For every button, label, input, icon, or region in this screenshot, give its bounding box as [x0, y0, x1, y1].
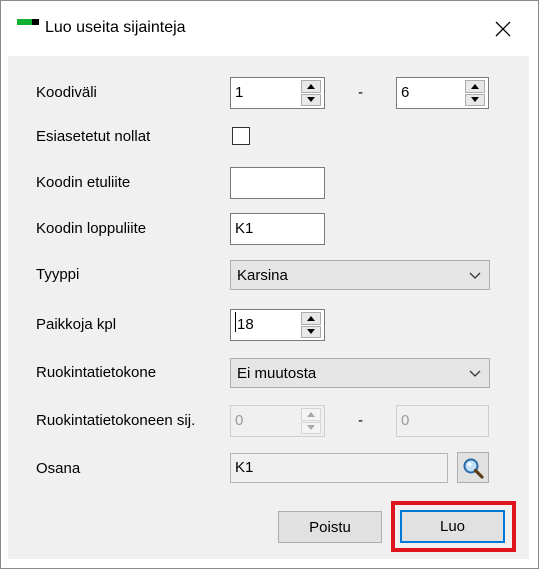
chevron-down-icon: [469, 272, 481, 279]
arrow-up-icon: [471, 83, 479, 89]
tyyppi-selected: Karsina: [237, 267, 288, 284]
osana-label: Osana: [36, 460, 81, 477]
search-icon: [463, 458, 484, 479]
app-icon: [17, 19, 39, 27]
range-separator: -: [358, 84, 363, 101]
arrow-down-icon: [307, 97, 315, 103]
arrow-up-icon: [307, 411, 315, 417]
tyyppi-label: Tyyppi: [36, 266, 80, 283]
ruokinta-sij-down: [301, 421, 321, 434]
luo-button[interactable]: Luo: [400, 510, 505, 543]
ruokintatietokone-dropdown[interactable]: Ei muutosta: [230, 358, 490, 388]
koodivali-label: Koodiväli: [36, 84, 97, 101]
close-icon: [495, 21, 511, 37]
arrow-down-icon: [307, 329, 315, 335]
osana-field: K1: [230, 453, 448, 483]
ruokintatietokoneen-sij-label: Ruokintatietokoneen sij.: [36, 412, 196, 429]
koodin-loppuliite-input[interactable]: K1: [230, 213, 325, 245]
ruokinta-sij-to-input: 0: [396, 405, 489, 437]
range-separator-2: -: [358, 412, 363, 429]
ruokinta-sij-from-stepper: 0: [230, 405, 325, 437]
koodivali-from-up[interactable]: [301, 80, 321, 93]
paikkoja-down[interactable]: [301, 325, 321, 338]
ruokinta-sij-up: [301, 408, 321, 421]
koodivali-to-stepper[interactable]: 6: [396, 77, 489, 109]
title-bar: Luo useita sijainteja: [1, 1, 538, 57]
esiasetetut-nollat-label: Esiasetetut nollat: [36, 128, 151, 145]
ruokintatietokone-label: Ruokintatietokone: [36, 364, 157, 381]
paikkoja-kpl-label: Paikkoja kpl: [36, 316, 117, 333]
koodivali-from-value: 1: [235, 84, 244, 101]
osana-search-button[interactable]: [457, 452, 489, 483]
esiasetetut-nollat-checkbox[interactable]: [232, 127, 250, 145]
paikkoja-kpl-stepper[interactable]: 18: [230, 309, 325, 341]
ruokinta-sij-to-value: 0: [401, 412, 410, 429]
ruokinta-sij-from-value: 0: [235, 412, 244, 429]
koodin-etuliite-label: Koodin etuliite: [36, 174, 131, 191]
arrow-down-icon: [307, 425, 315, 431]
close-button[interactable]: [481, 9, 525, 49]
chevron-down-icon: [469, 370, 481, 377]
paikkoja-kpl-value: 18: [237, 316, 254, 333]
koodin-loppuliite-value: K1: [235, 220, 254, 237]
poistu-button[interactable]: Poistu: [278, 511, 382, 543]
arrow-up-icon: [307, 83, 315, 89]
koodin-loppuliite-label: Koodin loppuliite: [36, 220, 147, 237]
tyyppi-dropdown[interactable]: Karsina: [230, 260, 490, 290]
koodivali-to-value: 6: [401, 84, 410, 101]
koodin-etuliite-input[interactable]: [230, 167, 325, 199]
window-title: Luo useita sijainteja: [45, 19, 186, 36]
ruokintatietokone-selected: Ei muutosta: [237, 365, 317, 382]
text-caret: [235, 312, 236, 332]
arrow-up-icon: [307, 315, 315, 321]
osana-value: K1: [235, 459, 254, 476]
koodivali-from-stepper[interactable]: 1: [230, 77, 325, 109]
koodivali-to-down[interactable]: [465, 93, 485, 106]
arrow-down-icon: [471, 97, 479, 103]
koodivali-from-down[interactable]: [301, 93, 321, 106]
koodivali-to-up[interactable]: [465, 80, 485, 93]
paikkoja-up[interactable]: [301, 312, 321, 325]
